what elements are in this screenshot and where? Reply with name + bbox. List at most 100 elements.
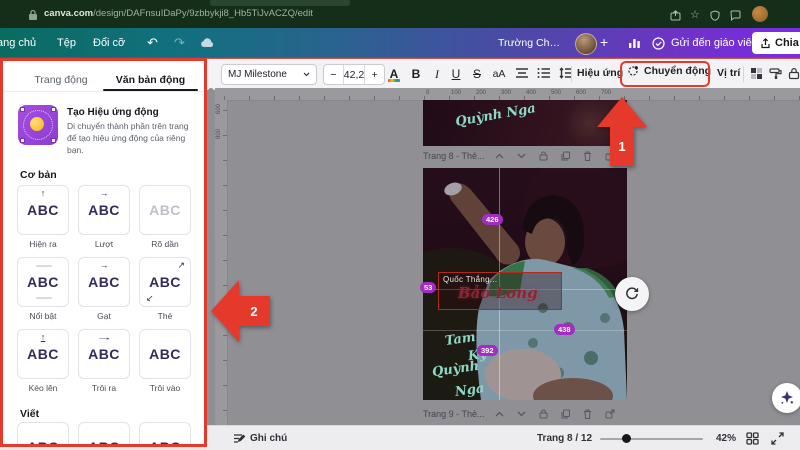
bullet-list-icon[interactable]: [537, 67, 551, 79]
animation-deco-arrow: ↗: [177, 261, 185, 270]
collaborator-name[interactable]: Trường Chinh...: [498, 37, 560, 49]
next-page-title[interactable]: Trang 9 - Thẻ...: [423, 409, 495, 419]
lock-icon[interactable]: [28, 9, 38, 21]
zoom-level: 42%: [716, 433, 736, 444]
page-indicator: Trang 8 / 12: [537, 433, 592, 444]
share-button[interactable]: Chia sẻ: [752, 32, 800, 54]
animation-style-label: Trôi vào: [139, 383, 191, 393]
text-align-icon[interactable]: [515, 67, 529, 79]
upload-icon: [761, 38, 770, 49]
lock-page-icon[interactable]: [539, 409, 548, 419]
browser-tab[interactable]: [210, 0, 350, 6]
delete-page-icon[interactable]: [583, 409, 592, 419]
transparency-icon[interactable]: [750, 67, 763, 80]
zoom-slider-track[interactable]: [600, 438, 703, 440]
animation-style-tile[interactable]: ABC: [139, 422, 191, 447]
lock-page-icon[interactable]: [539, 151, 548, 161]
animation-style-tile[interactable]: ↗↙ABCThẻ: [139, 257, 191, 321]
notes-button[interactable]: Ghi chú: [250, 433, 287, 444]
measurement-badge-left: 53: [420, 282, 436, 293]
animation-style-tile[interactable]: ABC: [17, 422, 69, 447]
chat-icon[interactable]: [730, 10, 741, 21]
font-size-stepper[interactable]: − 42,2 +: [323, 64, 385, 85]
share-page-icon[interactable]: [670, 10, 681, 21]
sidebar-scrollbar[interactable]: [208, 88, 214, 236]
animation-style-tile[interactable]: →ABCTrôi ra: [78, 329, 130, 393]
animation-sample-text: ABC: [88, 202, 120, 218]
grid-view-icon[interactable]: [746, 432, 759, 445]
animation-style-tile[interactable]: →ABCGạt: [78, 257, 130, 321]
position-button[interactable]: Vị trí: [717, 67, 740, 79]
ruler-label: 100: [451, 90, 461, 96]
notes-icon[interactable]: [233, 432, 246, 445]
move-page-down-icon[interactable]: [517, 153, 526, 159]
delete-page-icon[interactable]: [583, 151, 592, 161]
font-family-dropdown[interactable]: MJ Milestone: [221, 64, 317, 85]
italic-button[interactable]: I: [428, 65, 446, 83]
tab-text-animations[interactable]: Văn bản động: [103, 69, 198, 91]
lock-element-icon[interactable]: [788, 67, 800, 80]
bold-button[interactable]: B: [407, 65, 425, 83]
ruler-label: 800: [216, 129, 222, 139]
animation-sample-text: ABC: [27, 274, 59, 290]
animation-style-tile[interactable]: ABC Trôi vào: [139, 329, 191, 393]
move-page-up-icon[interactable]: [495, 153, 504, 159]
selected-text-line2[interactable]: Bảo Long: [458, 284, 538, 302]
animation-sample-text: ABC: [88, 439, 120, 447]
undo-icon[interactable]: ↶: [147, 35, 158, 50]
measurement-badge-right: 438: [554, 324, 575, 335]
animation-style-label: Rõ dần: [139, 239, 191, 249]
browser-bar: canva.com/design/DAFnsuIDaPy/9zbbykji8_H…: [0, 0, 800, 28]
animation-sample-text: ABC: [27, 439, 59, 447]
font-color-button[interactable]: A: [385, 65, 403, 83]
send-to-teacher-button[interactable]: Gửi đến giáo viên: [671, 37, 758, 49]
animation-style-tile[interactable]: ABC Nổi bật: [17, 257, 69, 321]
account-avatar[interactable]: [575, 33, 597, 55]
ruler-vertical: 600800: [215, 100, 228, 425]
animation-style-label: Gạt: [78, 311, 130, 321]
font-size-value[interactable]: 42,2: [344, 69, 364, 81]
animation-sample-text: ABC: [88, 274, 120, 290]
animation-style-tile[interactable]: →ABCLượt: [78, 185, 130, 249]
animation-deco-arrow: ↑: [41, 189, 46, 198]
animation-sample-text: ABC: [149, 346, 181, 362]
animation-style-tile[interactable]: ↑ABCHiện ra: [17, 185, 69, 249]
ruler-label: 600: [576, 90, 586, 96]
strikethrough-button[interactable]: S: [468, 65, 486, 83]
menu-home[interactable]: Trang chủ: [0, 37, 36, 49]
tab-page-animations[interactable]: Trang động: [21, 69, 101, 91]
create-animation-title[interactable]: Tạo Hiệu ứng động: [67, 107, 159, 118]
animation-style-tile[interactable]: ABCRõ dần: [139, 185, 191, 249]
font-size-increase[interactable]: +: [365, 69, 384, 81]
underline-button[interactable]: U: [447, 65, 465, 83]
insights-chart-icon[interactable]: [628, 37, 641, 49]
copy-style-icon[interactable]: [769, 67, 782, 80]
move-page-down-icon[interactable]: [517, 411, 526, 417]
menu-file[interactable]: Tệp: [57, 37, 76, 49]
animation-style-label: Nổi bật: [17, 311, 69, 321]
shield-icon[interactable]: [710, 10, 720, 21]
menu-resize[interactable]: Đổi cỡ: [93, 37, 125, 49]
selected-text-line1[interactable]: Quốc Thắng...: [443, 275, 497, 284]
bookmark-star-icon[interactable]: ☆: [690, 10, 700, 21]
address-bar[interactable]: canva.com/design/DAFnsuIDaPy/9zbbykji8_H…: [44, 8, 313, 19]
text-case-button[interactable]: aA: [488, 65, 510, 83]
zoom-slider-handle[interactable]: [622, 434, 631, 443]
animation-style-tile[interactable]: ↑ABCKéo lên: [17, 329, 69, 393]
animation-style-tile[interactable]: ABC: [78, 422, 130, 447]
assistant-button[interactable]: [772, 383, 800, 413]
rotate-handle-button[interactable]: [615, 277, 649, 311]
effects-button[interactable]: Hiệu ứng: [577, 67, 623, 79]
annotation-step2-number: 2: [238, 296, 270, 326]
move-page-up-icon[interactable]: [495, 411, 504, 417]
animation-style-label: Kéo lên: [17, 383, 69, 393]
duplicate-page-icon[interactable]: [561, 151, 570, 161]
duplicate-page-icon[interactable]: [561, 409, 570, 419]
redo-icon[interactable]: ↷: [174, 35, 185, 50]
font-size-decrease[interactable]: −: [324, 69, 343, 81]
browser-avatar[interactable]: [752, 6, 768, 22]
fullscreen-icon[interactable]: [771, 432, 784, 445]
page-title[interactable]: Trang 8 - Thẻ...: [423, 151, 495, 161]
add-collaborator-button[interactable]: +: [600, 35, 608, 50]
share-page-icon[interactable]: [605, 409, 615, 419]
